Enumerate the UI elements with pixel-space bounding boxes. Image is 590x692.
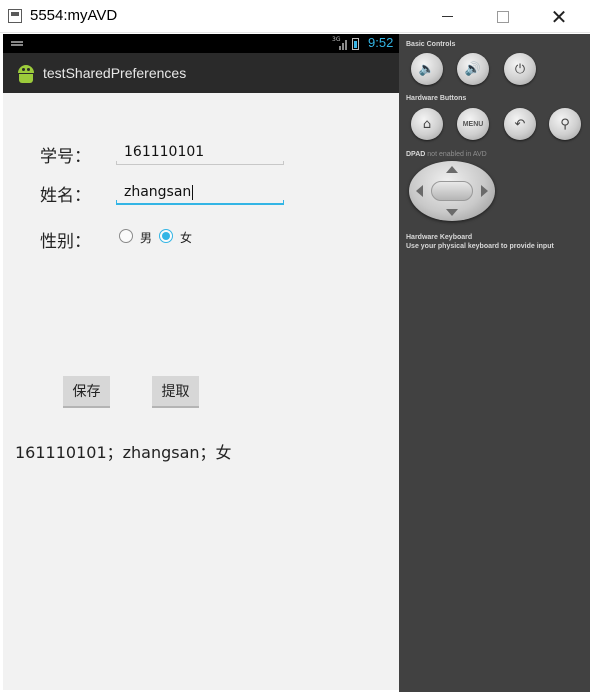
maximize-button[interactable] (475, 0, 531, 33)
gender-label: 性别： (40, 232, 91, 252)
name-input[interactable]: zhangsan (116, 181, 284, 205)
power-icon: ⏻ (514, 61, 526, 77)
name-value: zhangsan (124, 184, 192, 200)
volume-up-icon: 🔊 (464, 61, 482, 77)
status-clock: 9:52 (368, 35, 394, 50)
name-label: 姓名： (40, 186, 91, 206)
student-id-value: 161110101 (124, 144, 205, 160)
close-icon: ✕ (550, 4, 568, 29)
minimize-icon (441, 16, 453, 17)
result-text: 161110101；zhangsan；女 (15, 443, 232, 462)
power-button[interactable]: ⏻ (504, 53, 536, 85)
hardware-keyboard-heading: Hardware Keyboard (406, 234, 473, 241)
window-titlebar: 5554:myAVD ✕ (0, 0, 590, 33)
gender-male-label[interactable]: 男 (140, 229, 152, 246)
emulator-control-panel: Basic Controls 🔈 🔊 ⏻ Hardware Buttons ⌂ … (399, 34, 590, 692)
battery-icon (352, 38, 359, 50)
search-button[interactable]: ⚲ (549, 108, 581, 140)
emulator-screen: 3G 9:52 testSharedPreferences 学号： 161110… (3, 34, 399, 690)
dpad-down-icon[interactable] (446, 209, 458, 216)
fetch-button[interactable]: 提取 (152, 376, 199, 408)
menu-button[interactable]: MENU (457, 108, 489, 140)
back-button[interactable]: ↶ (504, 108, 536, 140)
volume-down-button[interactable]: 🔈 (411, 53, 443, 85)
dpad-center-button[interactable] (431, 181, 473, 201)
save-button[interactable]: 保存 (63, 376, 110, 408)
dpad-up-icon[interactable] (446, 166, 458, 173)
text-cursor (192, 184, 194, 200)
window-app-icon (8, 9, 22, 23)
search-icon: ⚲ (560, 116, 570, 132)
home-button[interactable]: ⌂ (411, 108, 443, 140)
student-id-input[interactable]: 161110101 (116, 141, 284, 165)
maximize-icon (497, 10, 509, 23)
gender-female-label[interactable]: 女 (180, 229, 192, 246)
dpad-right-icon[interactable] (481, 185, 488, 197)
dpad-control[interactable] (409, 161, 495, 221)
close-button[interactable]: ✕ (531, 0, 587, 33)
action-bar: testSharedPreferences (3, 53, 399, 93)
volume-down-icon: 🔈 (418, 61, 436, 77)
gender-female-radio[interactable] (159, 229, 173, 243)
hardware-keyboard-note: Use your physical keyboard to provide in… (406, 243, 554, 250)
menu-label: MENU (462, 120, 484, 128)
window-title: 5554:myAVD (30, 7, 118, 24)
home-icon: ⌂ (422, 116, 432, 132)
android-icon (16, 63, 36, 85)
gender-male-radio[interactable] (119, 229, 133, 243)
signal-icon (333, 38, 347, 50)
dpad-note: not enabled in AVD (427, 151, 487, 158)
student-id-label: 学号： (40, 147, 91, 167)
app-title: testSharedPreferences (43, 65, 187, 81)
back-icon: ↶ (514, 116, 526, 132)
dpad-left-icon[interactable] (416, 185, 423, 197)
hardware-buttons-heading: Hardware Buttons (406, 95, 467, 102)
android-status-bar: 3G 9:52 (3, 34, 399, 53)
usb-debug-icon (11, 41, 23, 46)
volume-up-button[interactable]: 🔊 (457, 53, 489, 85)
minimize-button[interactable] (419, 0, 475, 33)
dpad-heading: DPAD not enabled in AVD (406, 151, 487, 158)
basic-controls-heading: Basic Controls (406, 41, 456, 48)
